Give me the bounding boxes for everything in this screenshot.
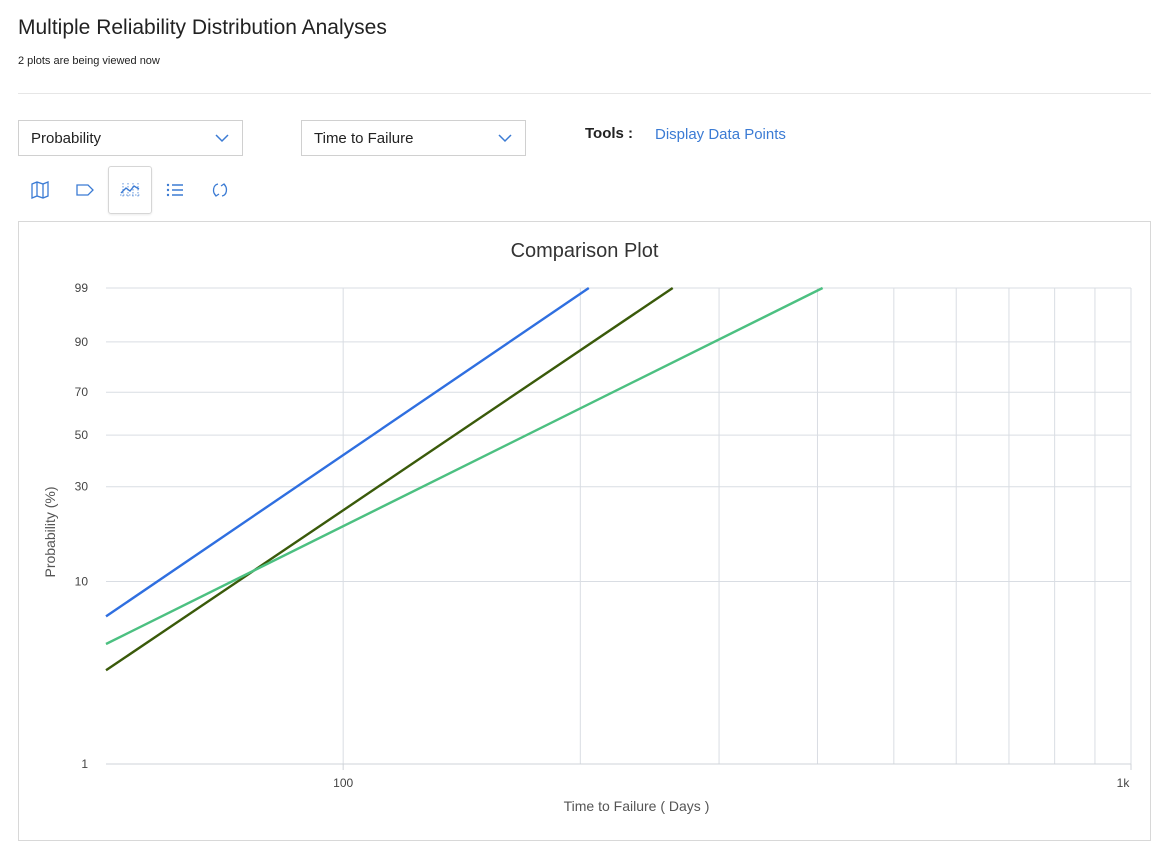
x-variable-select[interactable]: Time to Failure — [301, 120, 526, 156]
display-data-points-link[interactable]: Display Data Points — [655, 126, 786, 143]
x-tick-label: 1k — [1117, 776, 1131, 790]
chevron-down-icon — [498, 134, 512, 143]
tag-icon — [76, 184, 94, 196]
map-icon — [31, 181, 49, 199]
comparison-plot: 1 10 30 50 70 90 99 100 1k Time to Failure ( Days… — [42, 281, 1132, 814]
chart-frame: Comparison Plot 1 10 30 50 70 90 99 100 1k Time t… — [18, 221, 1151, 841]
y-axis-label: Probability (%) — [42, 486, 58, 577]
x-axis-label: Time to Failure ( Days ) — [564, 798, 710, 814]
x-tick-label: 100 — [333, 776, 353, 790]
list-icon — [166, 183, 183, 197]
page-subtitle: 2 plots are being viewed now — [18, 55, 160, 67]
y-tick-label: 50 — [75, 428, 89, 442]
chart-icon — [120, 183, 140, 197]
page-title: Multiple Reliability Distribution Analys… — [18, 16, 387, 39]
list-button[interactable] — [153, 166, 197, 214]
y-tick-label: 10 — [75, 574, 89, 588]
y-tick-label: 30 — [75, 480, 89, 494]
refresh-icon — [212, 183, 228, 197]
y-tick-label: 90 — [75, 335, 89, 349]
header-divider — [18, 93, 1151, 94]
tag-button[interactable] — [63, 166, 107, 214]
y-tick-label: 70 — [75, 385, 89, 399]
chart-button[interactable] — [108, 166, 152, 214]
y-tick-label: 99 — [75, 281, 89, 295]
tools-label: Tools : — [585, 125, 634, 142]
plot-type-select[interactable]: Probability — [18, 120, 243, 156]
x-variable-select-value: Time to Failure — [314, 129, 414, 147]
chevron-down-icon — [215, 134, 229, 143]
series-line-2 — [105, 287, 674, 672]
y-tick-label: 1 — [81, 757, 88, 771]
refresh-button[interactable] — [198, 166, 242, 214]
series-line-1 — [105, 287, 590, 618]
map-button[interactable] — [18, 166, 62, 214]
plot-type-select-value: Probability — [31, 129, 102, 147]
